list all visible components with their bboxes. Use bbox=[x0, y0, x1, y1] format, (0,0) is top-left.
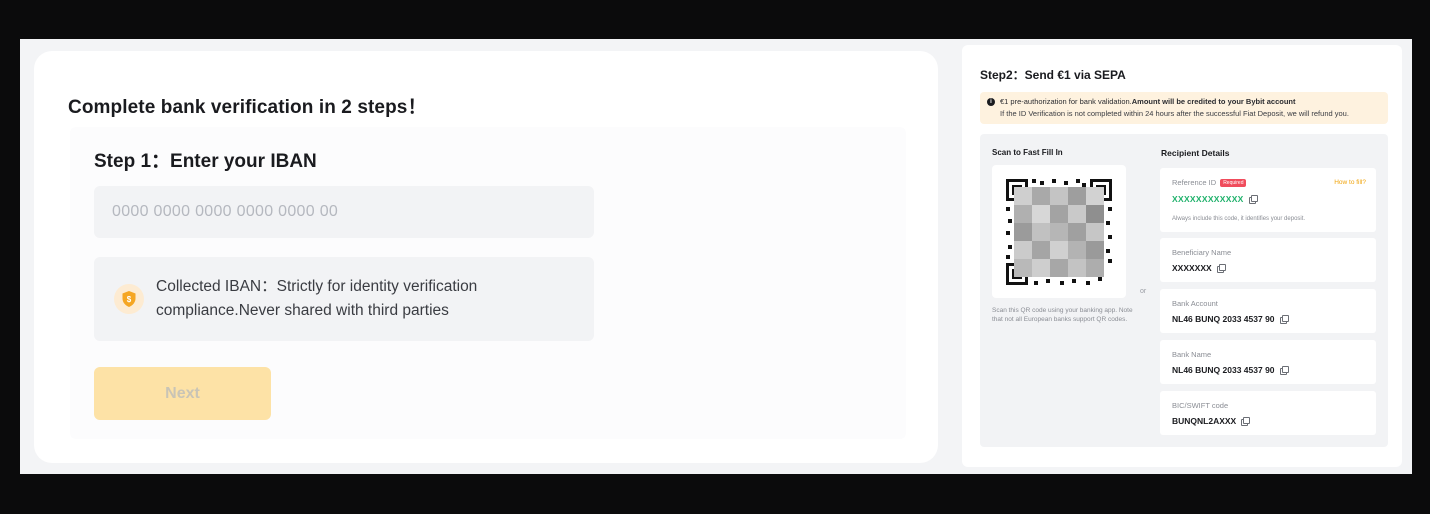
or-divider: or bbox=[1140, 288, 1147, 295]
step1-card: Complete bank verification in 2 steps！ S… bbox=[34, 51, 938, 463]
alert-line-1-bold: Amount will be credited to your Bybit ac… bbox=[1131, 97, 1296, 106]
beneficiary-card: Beneficiary Name XXXXXXX bbox=[1160, 238, 1376, 282]
reference-id-label: Reference ID Required bbox=[1172, 178, 1247, 187]
step1-title: Step 1：Enter your IBAN bbox=[94, 151, 317, 172]
qr-note: Scan this QR code using your banking app… bbox=[992, 307, 1133, 323]
bank-account-label: Bank Account bbox=[1172, 299, 1218, 308]
alert-line-1: €1 pre-authorization for bank validation… bbox=[1000, 97, 1296, 106]
qr-code-card bbox=[992, 165, 1126, 298]
reference-id-value: XXXXXXXXXXXX bbox=[1172, 194, 1258, 204]
bic-text: BUNQNL2AXXX bbox=[1172, 416, 1237, 426]
beneficiary-label: Beneficiary Name bbox=[1172, 248, 1232, 257]
bank-account-card: Bank Account NL46 BUNQ 2033 4537 90 bbox=[1160, 289, 1376, 333]
beneficiary-value: XXXXXXX bbox=[1172, 263, 1226, 273]
reference-id-hint: Always include this code, it identifies … bbox=[1172, 216, 1306, 222]
reference-id-card: Reference ID Required How to fill? XXXXXX… bbox=[1160, 168, 1376, 232]
reference-id-text: XXXXXXXXXXXX bbox=[1172, 194, 1244, 204]
bank-name-value: NL46 BUNQ 2033 4537 90 bbox=[1172, 365, 1289, 375]
copy-icon[interactable] bbox=[1248, 195, 1258, 204]
bank-name-card: Bank Name NL46 BUNQ 2033 4537 90 bbox=[1160, 340, 1376, 384]
qr-label: Scan to Fast Fill In bbox=[992, 148, 1063, 157]
copy-icon[interactable] bbox=[1279, 315, 1289, 324]
bic-value: BUNQNL2AXXX bbox=[1172, 416, 1251, 426]
bank-name-text: NL46 BUNQ 2033 4537 90 bbox=[1172, 365, 1275, 375]
required-badge: Required bbox=[1220, 179, 1247, 187]
alert-line-2: If the ID Verification is not completed … bbox=[1000, 109, 1349, 118]
next-button[interactable]: Next bbox=[94, 367, 271, 420]
iban-input[interactable] bbox=[94, 186, 594, 238]
how-to-fill-link[interactable]: How to fill? bbox=[1334, 179, 1366, 186]
reference-id-label-text: Reference ID bbox=[1172, 178, 1217, 187]
bank-account-value: NL46 BUNQ 2033 4537 90 bbox=[1172, 314, 1289, 324]
copy-icon[interactable] bbox=[1241, 417, 1251, 426]
step2-title: Step2：Send €1 via SEPA bbox=[980, 68, 1126, 82]
shield-dollar-icon: $ bbox=[114, 284, 144, 314]
page-title: Complete bank verification in 2 steps！ bbox=[68, 97, 427, 118]
bank-name-label: Bank Name bbox=[1172, 350, 1212, 359]
copy-icon[interactable] bbox=[1216, 264, 1226, 273]
recipient-details-title: Recipient Details bbox=[1161, 148, 1230, 158]
bank-account-text: NL46 BUNQ 2033 4537 90 bbox=[1172, 314, 1275, 324]
beneficiary-text: XXXXXXX bbox=[1172, 263, 1212, 273]
copy-icon[interactable] bbox=[1279, 366, 1289, 375]
step2-card: Step2：Send €1 via SEPA i €1 pre-authoriz… bbox=[962, 45, 1402, 467]
svg-text:$: $ bbox=[127, 295, 132, 304]
sepa-details: Scan to Fast Fill In Scan this QR code u… bbox=[980, 134, 1388, 447]
bic-card: BIC/SWIFT code BUNQNL2AXXX bbox=[1160, 391, 1376, 435]
iban-privacy-notice: $ Collected IBAN：Strictly for identity v… bbox=[94, 257, 594, 341]
notice-text: Collected IBAN：Strictly for identity ver… bbox=[156, 278, 478, 319]
preauth-alert: i €1 pre-authorization for bank validati… bbox=[980, 92, 1388, 124]
info-icon: i bbox=[987, 98, 995, 106]
bic-label: BIC/SWIFT code bbox=[1172, 401, 1229, 410]
verification-page: Complete bank verification in 2 steps！ S… bbox=[20, 39, 1412, 474]
step1-section: Step 1：Enter your IBAN $ Collected IBAN：… bbox=[70, 127, 906, 439]
qr-code-icon bbox=[1006, 179, 1112, 285]
alert-line-1-text: €1 pre-authorization for bank validation… bbox=[1000, 97, 1132, 106]
